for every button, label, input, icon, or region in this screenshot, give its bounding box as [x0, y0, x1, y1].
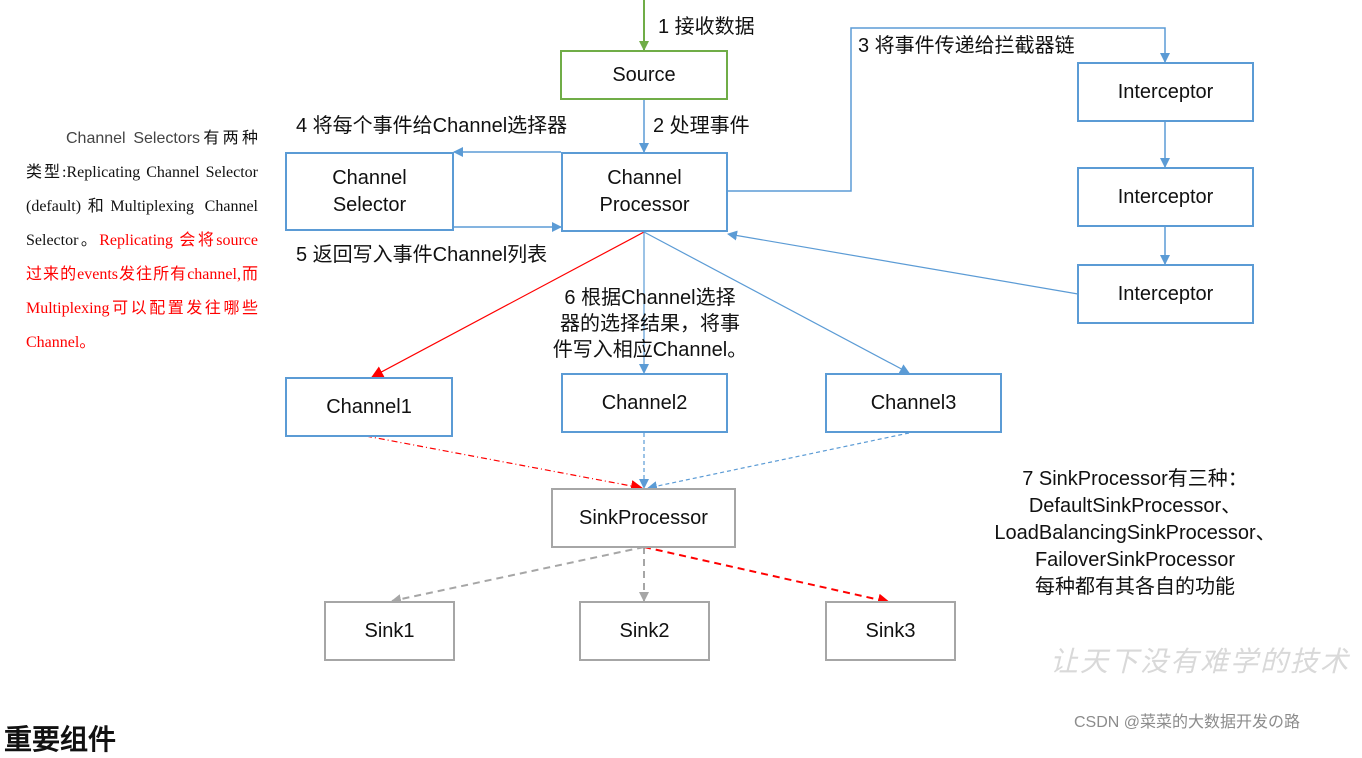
step7-note: 7 SinkProcessor有三种： DefaultSinkProcessor…: [960, 466, 1310, 601]
step5-label: 5 返回写入事件Channel列表: [296, 244, 548, 266]
sink-processor-node: SinkProcessor: [551, 488, 736, 548]
channel-processor-label-line2: Processor: [599, 194, 690, 216]
step6-line3: 件写入相应Channel。: [552, 339, 748, 361]
arrow-sinkprocessor-to-sink3: [643, 546, 890, 606]
interceptor-node-1: Interceptor: [1077, 62, 1254, 122]
channel3-node: Channel3: [825, 373, 1002, 433]
interceptor-label: Interceptor: [1117, 80, 1214, 103]
step6-label: 6 根据Channel选择 器的选择结果，将事 件写入相应Channel。: [540, 285, 760, 363]
channel2-label: Channel2: [601, 391, 688, 414]
csdn-credit: CSDN @菜菜的大数据开发の路: [1074, 714, 1301, 731]
sink3-node: Sink3: [825, 601, 956, 661]
step1-label: 1 接收数据: [658, 16, 755, 38]
channel-processor-node: Channel Processor: [561, 152, 728, 232]
interceptor-label: Interceptor: [1117, 282, 1214, 305]
step6-line1: 6 根据Channel选择: [564, 287, 736, 309]
channel-selector-note: Channel Selectors有两种类型:Replicating Chann…: [26, 122, 258, 360]
channel2-node: Channel2: [561, 373, 728, 433]
step4-label: 4 将每个事件给Channel选择器: [296, 115, 568, 137]
arrow-interceptor-to-processor: [727, 230, 1079, 295]
channel-processor-label-line1: Channel: [607, 167, 682, 189]
step6-line2: 器的选择结果，将事: [560, 313, 740, 335]
channel-selector-label-line2: Selector: [332, 193, 407, 216]
channel-selector-node: Channel Selector: [285, 152, 454, 231]
sink1-node: Sink1: [324, 601, 455, 661]
watermark-text: 让天下没有难学的技术: [1050, 645, 1351, 678]
sink1-label: Sink1: [364, 619, 415, 642]
step2-label: 2 处理事件: [653, 115, 750, 137]
step7-line4: FailoverSinkProcessor: [1034, 549, 1236, 571]
sink2-label: Sink2: [619, 619, 670, 642]
step3-label: 3 将事件传递给拦截器链: [858, 35, 1075, 57]
step7-line5: 每种都有其各自的功能: [1035, 576, 1235, 598]
note-intro: Channel Selectors: [66, 130, 201, 147]
interceptor-label: Interceptor: [1117, 185, 1214, 208]
source-node: Source: [560, 50, 728, 100]
arrow-channel3-to-sinkprocessor: [647, 432, 910, 492]
section-heading: 重要组件: [4, 724, 117, 755]
interceptor-node-2: Interceptor: [1077, 167, 1254, 227]
sink-processor-label: SinkProcessor: [579, 506, 708, 529]
source-label: Source: [612, 63, 676, 86]
step7-line1: 7 SinkProcessor有三种：: [1022, 468, 1248, 490]
channel-selector-label-line1: Channel: [332, 166, 407, 189]
sink3-label: Sink3: [865, 619, 916, 642]
note-red-text: Replicating 会将source过来的events发往所有channel…: [26, 232, 258, 351]
interceptor-node-3: Interceptor: [1077, 264, 1254, 324]
sink2-node: Sink2: [579, 601, 710, 661]
channel1-label: Channel1: [326, 395, 412, 418]
channel3-label: Channel3: [870, 391, 957, 414]
arrow-sinkprocessor-to-sink1: [391, 546, 645, 605]
step7-line2: DefaultSinkProcessor、: [1028, 495, 1242, 517]
step7-line3: LoadBalancingSinkProcessor、: [994, 522, 1276, 544]
arrow-channel1-to-sinkprocessor: [365, 435, 643, 492]
channel1-node: Channel1: [285, 377, 453, 437]
